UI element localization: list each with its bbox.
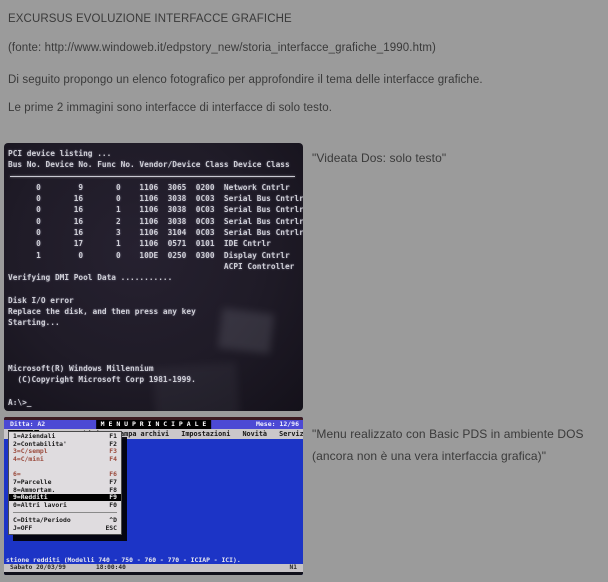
dropdown-item: 7=ParcelleF7 [9, 478, 121, 486]
dropdown-item: 4=C/miniF4 [9, 455, 121, 463]
status-date: Sabato 20/03/99 [10, 564, 66, 572]
photo-bottom-edge [4, 572, 303, 575]
dropdown-item: C=Ditta/Periodo^D [9, 517, 121, 525]
dropdown-blank-row [9, 463, 121, 471]
status-message-line: stione redditi (Modelli 740 - 750 - 760 … [6, 556, 241, 564]
status-right-indicator: N1 [290, 564, 297, 572]
menu-title-bar: Ditta: A2 M E N U P R I N C I P A L E Me… [4, 420, 303, 429]
dropdown-item: 2=Contabilita'F2 [9, 440, 121, 448]
dropdown-item: J=OFFESC [9, 524, 121, 532]
menu-item-servizi: Servizi [279, 430, 303, 438]
dos-screenshot-photo: PCI device listing ... Bus No. Device No… [4, 143, 303, 411]
screen-reflection [152, 362, 240, 411]
document-page: EXCURSUS EVOLUZIONE INTERFACCE GRAFICHE … [0, 0, 608, 582]
main-menu-title: M E N U P R I N C I P A L E [96, 420, 212, 429]
dropdown-separator [9, 509, 121, 517]
dropdown-item: 0=Altri lavoriF0 [9, 501, 121, 509]
source-line: (fonte: http://www.windoweb.it/edpstory_… [8, 42, 436, 54]
status-bar: Sabato 20/03/99 18:00:40 N1 [4, 564, 303, 572]
menu-photo-caption-line1: "Menu realizzato con Basic PDS in ambien… [312, 427, 584, 441]
month-label: Mese: 12/96 [256, 420, 299, 429]
status-time: 18:00:40 [96, 564, 126, 572]
page-title: EXCURSUS EVOLUZIONE INTERFACCE GRAFICHE [8, 13, 292, 25]
menu-item-impostazioni: Impostazioni [181, 430, 230, 438]
menu-photo-caption-line2: (ancora non è una vera interfaccia grafi… [312, 449, 546, 463]
note-line: Le prime 2 immagini sono interfacce di i… [8, 102, 332, 114]
dropdown-item: 1=AziendaliF1 [9, 432, 121, 440]
screen-reflection [218, 308, 274, 354]
lavori-dropdown-menu: 1=AziendaliF1 2=Contabilita'F2 3=C/sempl… [8, 431, 122, 535]
company-label: Ditta: A2 [10, 420, 45, 429]
menu-item-novita: Novità [242, 430, 267, 438]
dos-photo-caption: "Videata Dos: solo testo" [312, 151, 446, 165]
dropdown-item-selected: 9=RedditiF9 [9, 494, 121, 502]
dropdown-item: 3=C/semplF3 [9, 447, 121, 455]
dropdown-item: 8=Ammortam.F8 [9, 486, 121, 494]
dos-table-rule [10, 176, 295, 177]
intro-line: Di seguito propongo un elenco fotografic… [8, 74, 483, 86]
dropdown-item: 6=F6 [9, 470, 121, 478]
menu-screenshot-photo: Ditta: A2 M E N U P R I N C I P A L E Me… [4, 417, 303, 575]
